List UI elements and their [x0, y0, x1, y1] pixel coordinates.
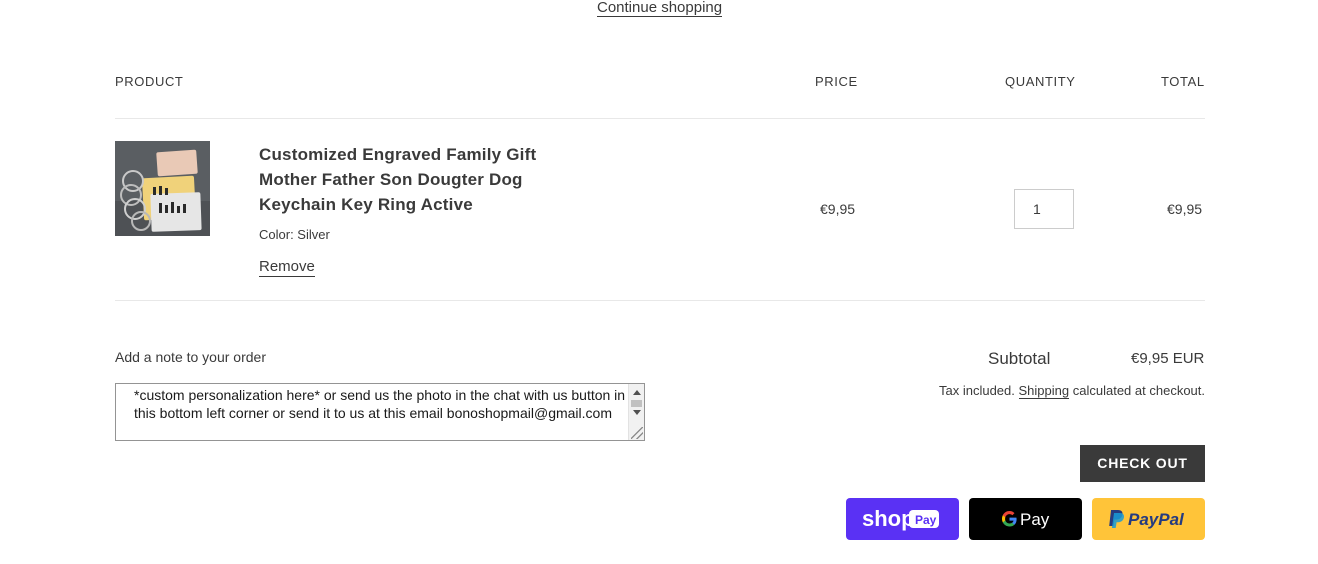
- google-pay-button[interactable]: Pay: [969, 498, 1082, 540]
- google-g-icon: [1002, 511, 1017, 527]
- tax-prefix: Tax included.: [939, 383, 1015, 398]
- continue-shopping-link[interactable]: Continue shopping: [597, 0, 723, 17]
- order-note-label: Add a note to your order: [115, 349, 266, 365]
- resize-grip-icon[interactable]: [631, 427, 643, 439]
- product-title[interactable]: Customized Engraved Family Gift Mother F…: [259, 142, 559, 217]
- tax-suffix: calculated at checkout.: [1072, 383, 1205, 398]
- paypal-p-icon: [1109, 510, 1125, 528]
- order-note-text: *custom personalization here* or send us…: [134, 387, 626, 421]
- scroll-down-icon[interactable]: [633, 410, 641, 415]
- scroll-thumb[interactable]: [631, 400, 642, 407]
- quantity-input[interactable]: 1: [1014, 189, 1074, 229]
- product-image[interactable]: [115, 141, 210, 236]
- item-price: €9,95: [820, 201, 856, 217]
- scroll-up-icon[interactable]: [633, 390, 641, 395]
- subtotal-value: €9,95 EUR: [1131, 350, 1205, 367]
- google-pay-text: Pay: [1020, 510, 1050, 529]
- shop-pay-badge-text: Pay: [915, 513, 937, 527]
- shop-pay-button[interactable]: shop Pay: [846, 498, 959, 540]
- shop-pay-wordmark: shop: [862, 506, 915, 531]
- header-total: TOTAL: [1161, 74, 1205, 89]
- note-scrollbar[interactable]: [628, 384, 644, 440]
- subtotal-label: Subtotal: [988, 349, 1051, 368]
- product-title-line-1: Customized Engraved Family Gift: [259, 145, 537, 164]
- paypal-wordmark: PayPal: [1128, 510, 1185, 529]
- checkout-button[interactable]: CHECK OUT: [1080, 445, 1205, 482]
- header-product: PRODUCT: [115, 74, 184, 89]
- tax-note: Tax included. Shipping calculated at che…: [939, 383, 1205, 399]
- order-note-textarea[interactable]: *custom personalization here* or send us…: [115, 383, 645, 441]
- product-title-line-2: Mother Father Son Dougter Dog: [259, 170, 523, 189]
- product-title-line-3: Keychain Key Ring Active: [259, 195, 473, 214]
- header-quantity: QUANTITY: [1005, 74, 1076, 89]
- table-divider-bottom: [115, 300, 1205, 301]
- table-divider-top: [115, 118, 1205, 119]
- product-variant: Color: Silver: [259, 227, 330, 242]
- remove-link[interactable]: Remove: [259, 258, 315, 277]
- header-price: PRICE: [815, 74, 858, 89]
- paypal-button[interactable]: PayPal: [1092, 498, 1205, 540]
- item-total: €9,95: [1167, 201, 1203, 217]
- shipping-link[interactable]: Shipping: [1018, 383, 1070, 399]
